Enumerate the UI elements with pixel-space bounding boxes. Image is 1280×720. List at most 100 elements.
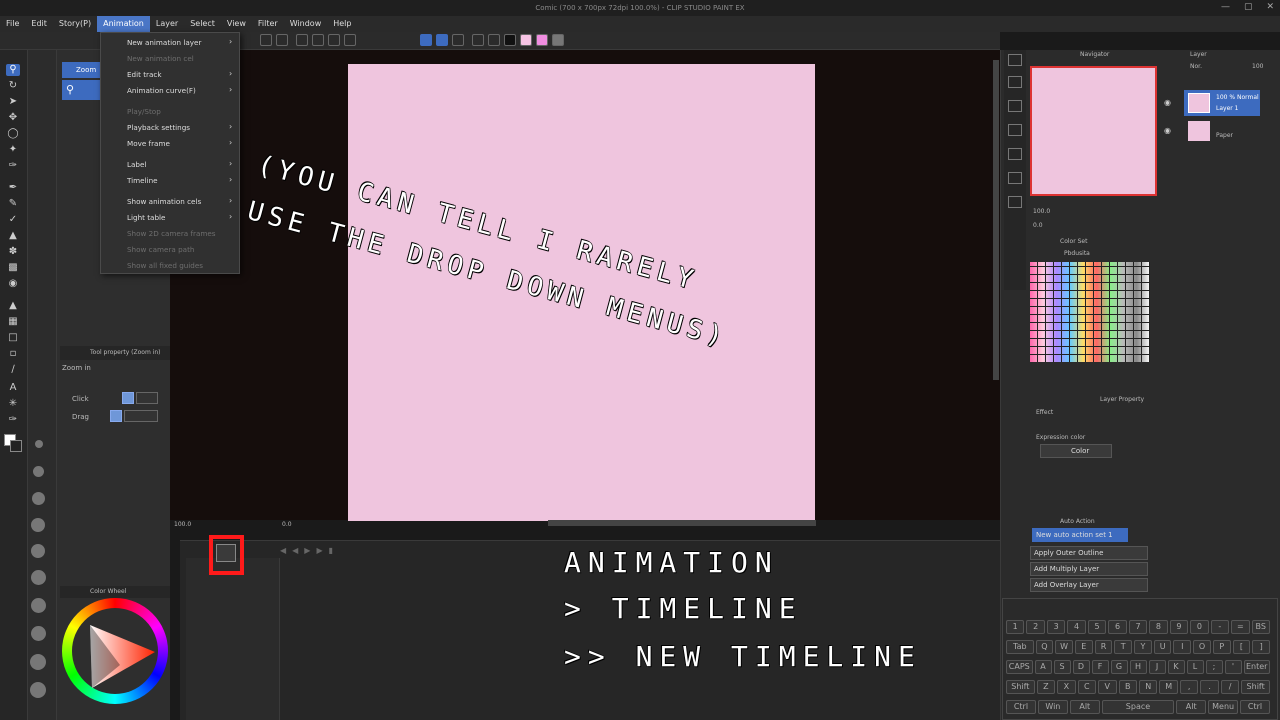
keyboard-key[interactable]: H xyxy=(1129,660,1147,674)
keyboard-key[interactable]: Win xyxy=(1037,700,1068,714)
move-tool-icon[interactable]: ✥ xyxy=(6,112,20,124)
menu-edit[interactable]: Edit xyxy=(25,16,53,32)
lasso-tool-icon[interactable]: ◯ xyxy=(6,128,20,140)
history-panel-icon[interactable] xyxy=(1008,148,1022,160)
fill-icon[interactable] xyxy=(312,34,324,46)
menu-filter[interactable]: Filter xyxy=(252,16,284,32)
gray-swatch-icon[interactable] xyxy=(552,34,564,46)
keyboard-key[interactable]: Enter xyxy=(1243,660,1270,674)
menu-item-new-animation-layer[interactable]: New animation layer xyxy=(127,38,201,47)
keyboard-key[interactable]: Shift xyxy=(1241,680,1270,694)
keyboard-key[interactable]: 1 xyxy=(1006,620,1025,634)
keyboard-key[interactable]: U xyxy=(1153,640,1172,654)
settings-icon[interactable] xyxy=(296,34,308,46)
minimize-icon[interactable]: — xyxy=(1221,2,1230,12)
transform-icon[interactable] xyxy=(328,34,340,46)
keyboard-key[interactable]: Alt xyxy=(1176,700,1207,714)
layer-row-selected[interactable]: 100 % Normal Layer 1 xyxy=(1184,90,1260,116)
menu-animation[interactable]: Animation xyxy=(97,16,150,32)
keyboard-key[interactable]: / xyxy=(1220,680,1240,694)
zoom-tool-icon[interactable]: ⚲ xyxy=(6,64,20,76)
keyboard-key[interactable]: Menu xyxy=(1208,700,1239,714)
brush-size-circle[interactable] xyxy=(31,626,46,641)
text-tool-icon[interactable]: A xyxy=(6,382,20,394)
click-zoom-in-option[interactable] xyxy=(122,392,134,404)
correct-line-tool-icon[interactable]: ✑ xyxy=(6,414,20,426)
keyboard-key[interactable]: , xyxy=(1179,680,1199,694)
menu-item-move-frame[interactable]: Move frame xyxy=(127,139,170,148)
eraser-tool-icon[interactable]: ▩ xyxy=(6,262,20,274)
keyboard-key[interactable]: Q xyxy=(1035,640,1054,654)
fill-tool-icon[interactable]: ▲ xyxy=(6,300,20,312)
menu-select[interactable]: Select xyxy=(184,16,221,32)
navigator-zoom[interactable]: 100.0 xyxy=(1033,208,1050,215)
keyboard-key[interactable]: BS xyxy=(1251,620,1270,634)
navigator-rotation[interactable]: 0.0 xyxy=(1033,222,1043,229)
figure-tool-icon[interactable]: □ xyxy=(6,332,20,344)
airbrush-tool-icon[interactable]: ▲ xyxy=(6,230,20,242)
menu-layer[interactable]: Layer xyxy=(150,16,184,32)
subtool-zoom-tab[interactable]: Zoom xyxy=(62,62,100,78)
drag-zoom-in-option[interactable] xyxy=(110,410,122,422)
vertical-scrollbar[interactable] xyxy=(993,60,999,380)
layer-opacity[interactable]: 100 xyxy=(1252,63,1263,70)
navigator-preview[interactable] xyxy=(1030,66,1157,196)
keyboard-key[interactable]: G xyxy=(1110,660,1128,674)
playback-controls[interactable]: ◀◀▶▶▮ xyxy=(280,546,500,556)
search-layer-icon[interactable] xyxy=(1008,172,1022,184)
material-panel-icon[interactable] xyxy=(1008,124,1022,136)
menu-item-light-table[interactable]: Light table xyxy=(127,213,165,222)
keyboard-key[interactable]: 0 xyxy=(1190,620,1209,634)
keyboard-key[interactable]: V xyxy=(1098,680,1117,694)
menu-item-timeline[interactable]: Timeline xyxy=(127,176,158,185)
drag-zoom-option[interactable] xyxy=(124,410,158,422)
auto-action-item[interactable]: Add Overlay Layer xyxy=(1030,578,1148,592)
keyboard-key[interactable]: - xyxy=(1210,620,1230,634)
undo-icon[interactable] xyxy=(260,34,272,46)
info-panel-icon[interactable] xyxy=(1008,100,1022,112)
keyboard-key[interactable]: T xyxy=(1114,640,1133,654)
keyboard-key[interactable]: K xyxy=(1167,660,1185,674)
perspective-icon[interactable] xyxy=(472,34,484,46)
pencil-tool-icon[interactable]: ✎ xyxy=(6,198,20,210)
expression-color-dropdown[interactable]: Color xyxy=(1040,444,1112,458)
menu-file[interactable]: File xyxy=(0,16,25,32)
crop-icon[interactable] xyxy=(344,34,356,46)
blend-tool-icon[interactable]: ◉ xyxy=(6,278,20,290)
guide-icon[interactable] xyxy=(488,34,500,46)
keyboard-key[interactable]: L xyxy=(1186,660,1204,674)
frame-tool-icon[interactable]: ▫ xyxy=(6,348,20,360)
balloon-tool-icon[interactable]: ✳ xyxy=(6,398,20,410)
maximize-icon[interactable]: ▢ xyxy=(1244,2,1253,12)
brush-size-circle[interactable] xyxy=(31,544,45,558)
layer-blend-mode[interactable]: Nor. xyxy=(1190,63,1202,70)
keyboard-key[interactable]: M xyxy=(1159,680,1178,694)
keyboard-key[interactable]: Shift xyxy=(1006,680,1035,694)
magenta-swatch-icon[interactable] xyxy=(536,34,548,46)
keyboard-key[interactable]: . xyxy=(1200,680,1219,694)
brush-size-circle[interactable] xyxy=(33,466,44,477)
brush-size-circle[interactable] xyxy=(31,570,46,585)
menu-item-show-animation-cels[interactable]: Show animation cels xyxy=(127,197,201,206)
keyboard-key[interactable]: 2 xyxy=(1026,620,1045,634)
redo-icon[interactable] xyxy=(276,34,288,46)
keyboard-key[interactable]: 4 xyxy=(1067,620,1086,634)
keyboard-key[interactable]: W xyxy=(1055,640,1073,654)
horizontal-scrollbar[interactable] xyxy=(548,520,816,526)
keyboard-key[interactable]: [ xyxy=(1232,640,1251,654)
zoom-in-icon[interactable]: ⚲ xyxy=(62,80,100,100)
keyboard-key[interactable]: B xyxy=(1118,680,1137,694)
decoration-tool-icon[interactable]: ✽ xyxy=(6,246,20,258)
eye-icon[interactable]: ◉ xyxy=(1164,98,1171,107)
black-swatch-icon[interactable] xyxy=(504,34,516,46)
keyboard-key[interactable]: 5 xyxy=(1087,620,1107,634)
keyboard-key[interactable]: 3 xyxy=(1046,620,1066,634)
keyboard-key[interactable]: Y xyxy=(1134,640,1152,654)
brush-size-circle[interactable] xyxy=(30,654,46,670)
auto-action-set-dropdown[interactable]: New auto action set 1 xyxy=(1032,528,1128,542)
snap-grid-icon[interactable] xyxy=(452,34,464,46)
keyboard-key[interactable]: 7 xyxy=(1128,620,1148,634)
click-zoom-out-option[interactable] xyxy=(136,392,158,404)
keyboard-key[interactable]: 8 xyxy=(1149,620,1168,634)
keyboard-key[interactable]: Alt xyxy=(1069,700,1100,714)
